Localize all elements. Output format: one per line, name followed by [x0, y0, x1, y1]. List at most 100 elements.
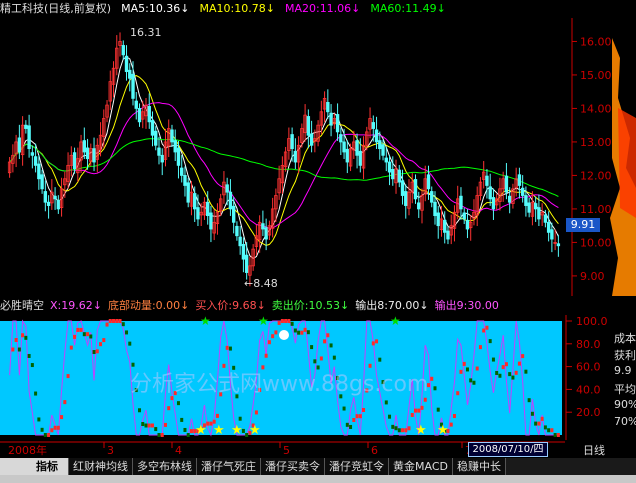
time-month-label: 3	[107, 444, 114, 457]
candle-body	[170, 129, 174, 143]
candle-body	[339, 134, 343, 143]
indicator-step	[121, 322, 125, 327]
candle-body	[173, 140, 177, 153]
stock-title: 精工科技(日线,前复权)	[0, 2, 112, 15]
green-star-marker: ★	[390, 315, 401, 328]
candle-body	[413, 179, 418, 200]
indicator-step	[24, 335, 28, 340]
candle-body	[488, 186, 492, 200]
tab-panzai-rainbow[interactable]: 潘仔竞虹令	[325, 458, 389, 475]
indicator-step	[501, 365, 505, 370]
profit-label: 获利	[614, 349, 636, 362]
indicator-bar: 必胜晴空 X:19.62↓ 底部动量:0.00↓ 买入价:9.68↓ 卖出价:10.53…	[0, 297, 600, 315]
indicator-step	[60, 415, 64, 420]
candle-body	[465, 219, 470, 230]
indicator-tick-label: 100.0	[576, 315, 608, 328]
candle-body	[342, 141, 346, 153]
indicator-tick-label: 20.0	[576, 406, 601, 419]
candle-body	[40, 174, 44, 190]
tab-stable-mid-long[interactable]: 稳赚中长	[452, 458, 506, 475]
candle-body	[355, 140, 359, 156]
indicator-step	[277, 320, 281, 325]
candle-body	[134, 100, 138, 109]
candle-body	[404, 191, 408, 206]
indicator-step	[547, 428, 551, 433]
candle-body	[241, 244, 246, 260]
tab-indicator[interactable]: 指标	[0, 458, 69, 475]
candle-body	[235, 225, 239, 237]
indicator-step	[508, 372, 512, 377]
candle-body	[176, 147, 181, 166]
candle-body	[137, 108, 142, 123]
price-tick-label: 12.00	[580, 169, 612, 182]
indicator-tick-label: 60.0	[576, 361, 601, 374]
status-bar	[0, 475, 636, 483]
candle-body	[180, 167, 184, 176]
indicator-step	[86, 332, 90, 337]
candle-body	[309, 133, 314, 146]
indicator-step	[105, 322, 109, 327]
indicator-step	[436, 407, 440, 412]
price-tick-label: 11.00	[580, 203, 612, 216]
indicator-step	[154, 427, 158, 432]
indicator-step	[524, 369, 528, 374]
candle-body	[290, 134, 294, 150]
indicator-step	[469, 378, 473, 383]
candle-body	[543, 214, 548, 223]
indicator-step	[345, 422, 349, 427]
indicator-step	[482, 328, 486, 333]
indicator-step	[141, 422, 145, 427]
indicator-step	[150, 423, 154, 428]
indicator-step	[271, 334, 275, 339]
candle-body	[491, 197, 496, 210]
title-bar: 精工科技(日线,前复权) MA5:10.36↓ MA10:10.78↓ MA20:11…	[0, 0, 600, 18]
period-label[interactable]: 日线	[583, 442, 605, 458]
indicator-step	[293, 328, 297, 333]
cost-label: 成本	[614, 332, 636, 345]
indicator-step	[50, 428, 54, 433]
indicator-step	[452, 414, 456, 418]
candle-body	[209, 212, 213, 230]
indicator-step	[310, 345, 314, 350]
candle-body	[186, 182, 190, 203]
candle-body	[33, 156, 38, 166]
indicator-step	[30, 363, 34, 368]
indicator-step	[128, 341, 132, 346]
candle-body	[446, 230, 450, 240]
tab-gold-macd[interactable]: 黄金MACD	[389, 458, 453, 475]
indicator-step	[69, 345, 73, 350]
tab-panzai-trade[interactable]: 潘仔买卖令	[261, 458, 325, 475]
low-annotation: ←8.48	[244, 277, 278, 290]
candle-body	[72, 152, 77, 170]
indicator-step	[332, 355, 336, 360]
tab-bull-bear-boll[interactable]: 多空布林线	[133, 458, 197, 475]
indicator-step	[186, 433, 190, 437]
candle-body	[345, 148, 350, 163]
indicator-step	[540, 416, 544, 421]
candle-body	[426, 174, 431, 190]
indicator-step	[215, 413, 219, 418]
candle-body	[433, 201, 437, 217]
candle-body	[326, 102, 330, 113]
indicator-step	[423, 397, 427, 402]
indicator-step	[238, 416, 242, 421]
pct70-label: 70%	[614, 415, 636, 428]
price-chart[interactable]: 16.0015.0014.0013.0012.0011.0010.009.00 …	[0, 18, 636, 296]
candle-body	[85, 147, 90, 160]
candle-body	[261, 223, 265, 230]
candle-body	[196, 207, 200, 220]
indicator-step	[163, 422, 167, 427]
candle-body	[397, 169, 401, 183]
indicator-name: 必胜晴空	[0, 299, 44, 312]
ma5-label: MA5:10.36↓	[121, 2, 190, 15]
indicator-step	[290, 321, 294, 326]
ma60-label: MA60:11.49↓	[370, 2, 446, 15]
indicator-step	[297, 330, 301, 335]
tab-red-god-ma[interactable]: 红财神均线	[69, 458, 133, 475]
tab-panzai-qisizhuang[interactable]: 潘仔气死庄	[197, 458, 261, 475]
yellow-star-marker: ★	[437, 423, 449, 438]
indicator-step	[102, 338, 106, 343]
indicator-tick-label: 80.0	[576, 338, 601, 351]
price-tick-label: 15.00	[580, 69, 612, 82]
indicator-step	[180, 417, 184, 422]
